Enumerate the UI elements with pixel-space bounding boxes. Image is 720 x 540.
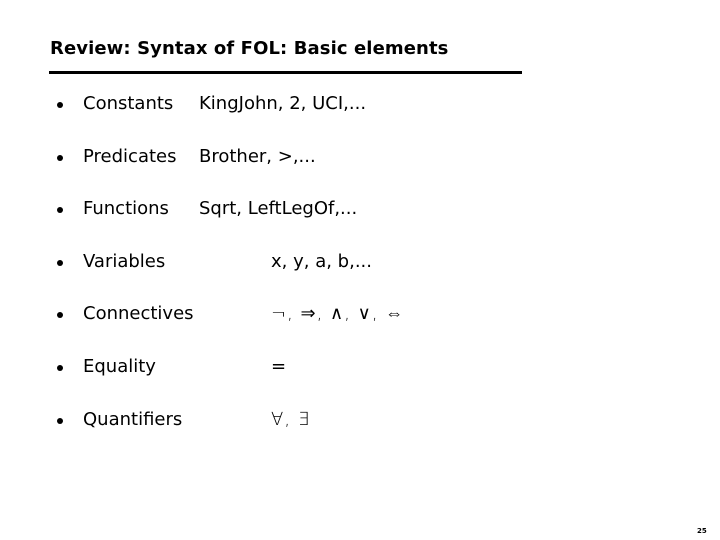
page-number: 25 bbox=[697, 527, 707, 535]
item-value: ∀, ∃ bbox=[271, 409, 311, 430]
item-term: Equality bbox=[83, 356, 156, 377]
item-term: Functions bbox=[83, 198, 169, 219]
bullet-icon bbox=[57, 102, 63, 108]
bullet-icon bbox=[57, 155, 63, 161]
item-term: Connectives bbox=[83, 303, 194, 324]
item-value: Sqrt, LeftLegOf,... bbox=[199, 198, 358, 219]
item-value: Brother, >,... bbox=[199, 146, 316, 167]
item-term: Quantifiers bbox=[83, 409, 183, 430]
item-value: KingJohn, 2, UCI,... bbox=[199, 93, 367, 114]
bullet-icon bbox=[57, 207, 63, 213]
bullet-icon bbox=[57, 418, 63, 424]
bullet-icon bbox=[57, 365, 63, 371]
item-value: x, y, a, b,... bbox=[271, 251, 372, 272]
item-value: = bbox=[271, 356, 287, 377]
item-term: Predicates bbox=[83, 146, 177, 167]
bullet-icon bbox=[57, 312, 63, 318]
bullet-icon bbox=[57, 260, 63, 266]
item-term: Constants bbox=[83, 93, 174, 114]
title-underline bbox=[49, 71, 522, 74]
item-term: Variables bbox=[83, 251, 166, 272]
item-value: ¬, ⇒, ∧, ∨, ⇔ bbox=[271, 303, 405, 324]
slide-title: Review: Syntax of FOL: Basic elements bbox=[50, 38, 449, 59]
